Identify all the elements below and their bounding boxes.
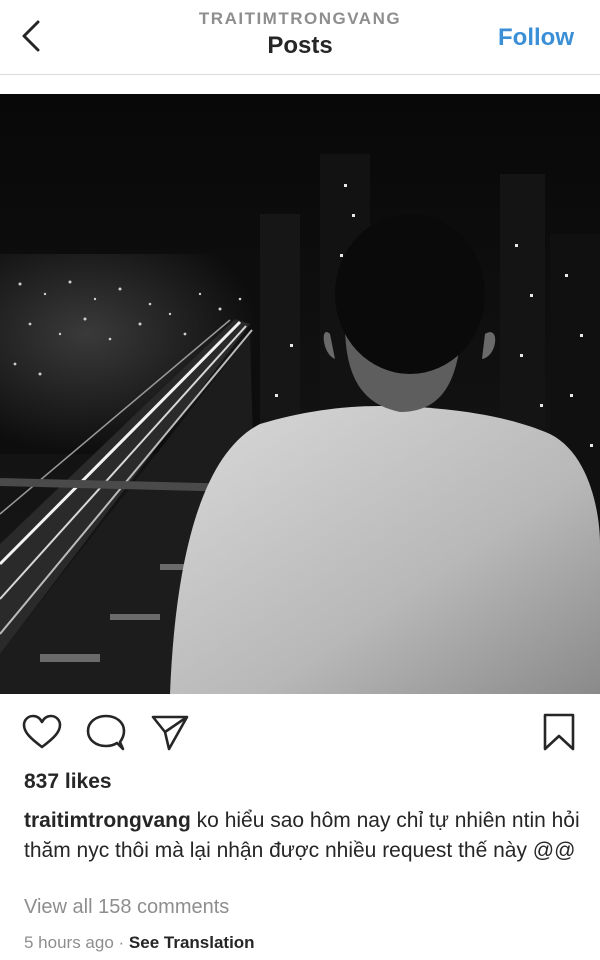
share-button[interactable] <box>150 714 190 757</box>
bookmark-icon <box>543 713 575 751</box>
post-actions-bar <box>0 708 600 758</box>
post-page: TRAITIMTRONGVANG Posts Follow 837 likes … <box>0 0 600 960</box>
paper-plane-icon <box>151 715 189 751</box>
post-timestamp: 5 hours ago <box>24 933 114 952</box>
heart-icon <box>22 714 62 749</box>
follow-button[interactable]: Follow <box>498 24 574 52</box>
caption-username[interactable]: traitimtrongvang <box>24 809 191 832</box>
save-button[interactable] <box>542 712 576 757</box>
post-photo[interactable] <box>0 94 600 694</box>
night-city-photo <box>0 94 600 694</box>
like-button[interactable] <box>22 714 62 755</box>
see-translation-link[interactable]: See Translation <box>129 933 255 952</box>
post-caption: traitimtrongvang ko hiểu sao hôm nay chỉ… <box>24 806 584 866</box>
separator: · <box>113 933 129 952</box>
view-all-comments-link[interactable]: View all 158 comments <box>24 896 229 919</box>
likes-count[interactable]: 837 likes <box>24 770 112 794</box>
timestamp-row: 5 hours ago · See Translation <box>24 933 255 953</box>
top-navigation-bar: TRAITIMTRONGVANG Posts Follow <box>0 0 600 75</box>
comment-icon <box>86 714 126 751</box>
comment-button[interactable] <box>86 714 126 757</box>
